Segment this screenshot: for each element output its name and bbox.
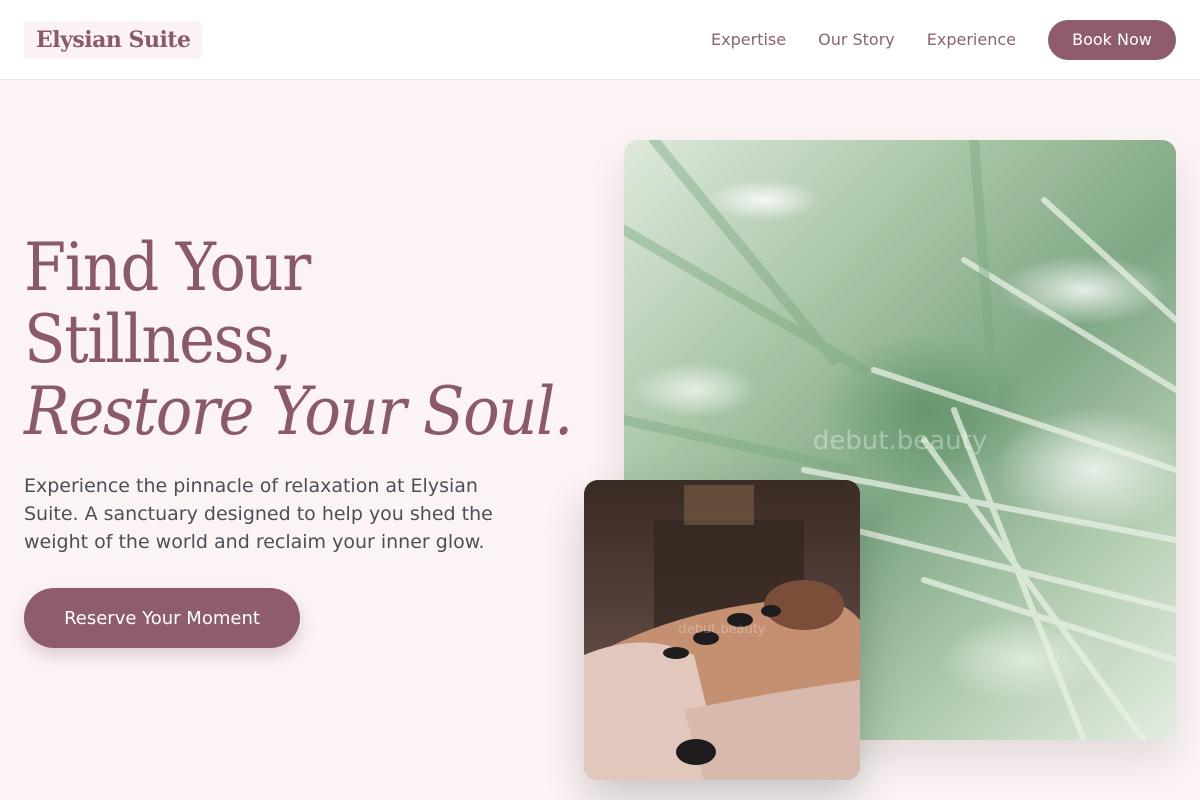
book-now-button[interactable]: Book Now xyxy=(1048,19,1176,60)
main-nav: Expertise Our Story Experience Book Now xyxy=(711,19,1176,60)
nav-link-our-story[interactable]: Our Story xyxy=(818,30,895,49)
reserve-moment-button[interactable]: Reserve Your Moment xyxy=(24,588,300,648)
hero-title: Find Your Stillness, Restore Your Soul. xyxy=(24,229,573,450)
hero-title-line-2: Stillness, xyxy=(24,301,293,378)
brand-logo[interactable]: Elysian Suite xyxy=(24,20,203,59)
hero-title-line-3: Restore Your Soul. xyxy=(24,373,573,450)
nav-link-expertise[interactable]: Expertise xyxy=(711,30,786,49)
nav-link-experience[interactable]: Experience xyxy=(927,30,1016,49)
hero-description: Experience the pinnacle of relaxation at… xyxy=(24,475,493,553)
large-image-watermark: debut.beauty xyxy=(812,426,988,456)
hot-stone-massage-image: debut.beauty xyxy=(584,480,860,780)
small-image-watermark: debut.beauty xyxy=(678,622,766,637)
hero-title-line-1: Find Your xyxy=(24,229,311,306)
top-navbar: Elysian Suite Expertise Our Story Experi… xyxy=(0,0,1200,80)
